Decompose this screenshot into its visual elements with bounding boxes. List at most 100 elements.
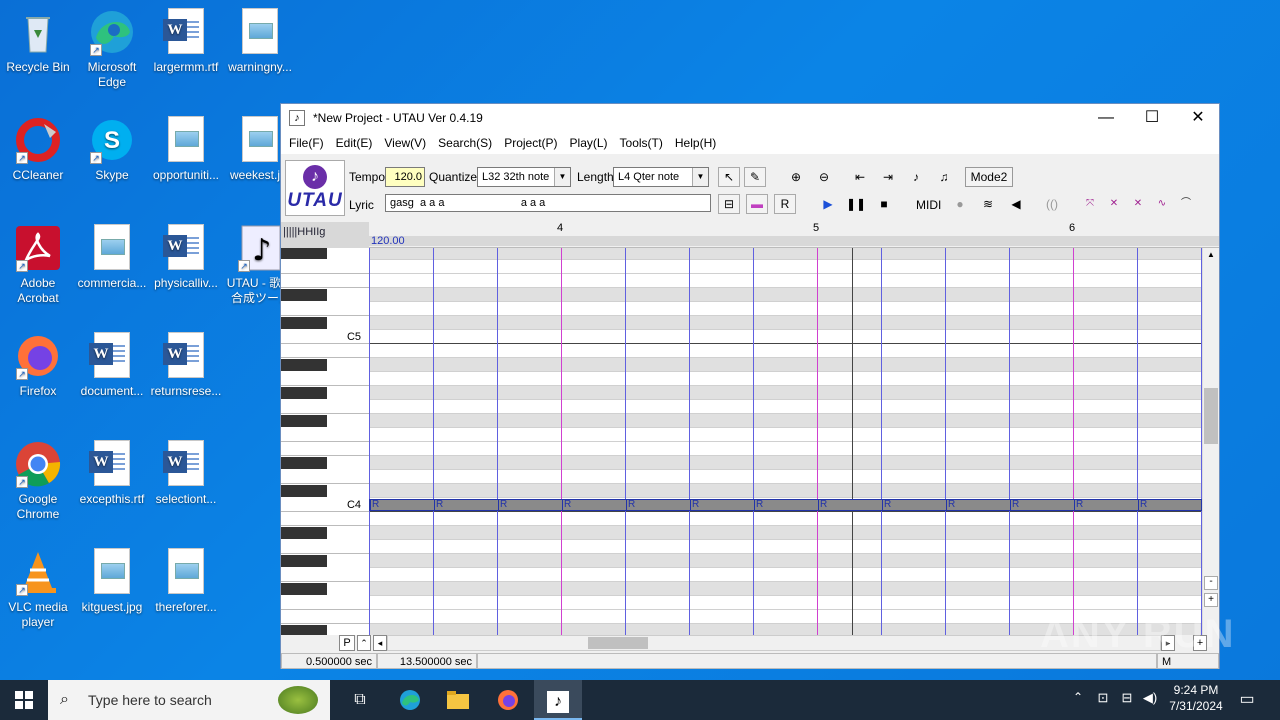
maximize-button[interactable]: ☐ (1129, 104, 1175, 132)
menu-search[interactable]: Search(S) (432, 136, 498, 150)
desktop-icon-skype[interactable]: S ↗ Skype (74, 116, 150, 183)
desktop-icon-acrobat[interactable]: ↗ Adobe Acrobat (0, 224, 76, 306)
piano-black-key[interactable] (281, 527, 327, 539)
desktop-icon-warningny[interactable]: warningny... (222, 8, 298, 75)
menu-play[interactable]: Play(L) (564, 136, 614, 150)
scroll-thumb[interactable] (1204, 388, 1218, 444)
piano-white-key[interactable] (281, 540, 369, 554)
piano-black-key[interactable] (281, 583, 327, 595)
desktop-icon-selectiont[interactable]: W selectiont... (148, 440, 224, 507)
vertical-scrollbar[interactable]: ▲ - + (1202, 248, 1219, 635)
piano-white-key[interactable] (281, 302, 369, 316)
tray-device-icon[interactable]: ⊡ (1094, 690, 1112, 706)
piano-white-key[interactable] (281, 372, 369, 386)
rest-note[interactable]: R (562, 499, 625, 511)
piano-black-key[interactable] (281, 359, 327, 371)
insert-pink-note-button[interactable]: ▬ (746, 194, 768, 214)
piano-white-key[interactable] (281, 470, 369, 484)
piano-white-key[interactable] (281, 512, 369, 526)
insert-note-button[interactable]: ⊟ (718, 194, 740, 214)
piano-black-key[interactable] (281, 625, 327, 635)
menu-project[interactable]: Project(P) (498, 136, 563, 150)
piano-white-key[interactable] (281, 274, 369, 288)
lyric-input[interactable]: gasg a a a a a a (385, 194, 711, 212)
piano-black-key[interactable] (281, 415, 327, 427)
menu-view[interactable]: View(V) (378, 136, 432, 150)
piano-black-key[interactable] (281, 457, 327, 469)
pause-button[interactable]: ❚❚ (845, 194, 867, 214)
tray-chevron-up-icon[interactable]: ⌃ (1070, 690, 1086, 704)
piano-white-key[interactable] (281, 260, 369, 274)
rest-note[interactable]: R (818, 499, 881, 511)
rest-note[interactable]: R (1010, 499, 1073, 511)
pointer-tool-button[interactable]: ↖ (718, 167, 740, 187)
taskbar-edge[interactable] (386, 680, 434, 720)
zoom-plus-icon[interactable]: + (1204, 593, 1218, 607)
desktop-icon-edge[interactable]: ↗ Microsoft Edge (74, 8, 150, 90)
piano-white-key[interactable] (281, 596, 369, 610)
desktop-icon-returnsrese[interactable]: W returnsrese... (148, 332, 224, 399)
stop-button[interactable]: ■ (873, 194, 895, 214)
desktop-icon-excepthis[interactable]: W excepthis.rtf (74, 440, 150, 507)
start-button[interactable] (0, 680, 48, 720)
zoom-in-button[interactable]: ⊕ (785, 167, 807, 187)
pencil-tool-button[interactable]: ✎ (744, 167, 766, 187)
rest-note[interactable]: R (1074, 499, 1137, 511)
go-start-button[interactable]: ⇤ (849, 167, 871, 187)
rest-note[interactable]: R (626, 499, 689, 511)
vibrato-button[interactable]: (() (1041, 194, 1063, 214)
desktop-icon-ccleaner[interactable]: ↗ CCleaner (0, 116, 76, 183)
piano-white-key[interactable] (281, 568, 369, 582)
piano-white-key[interactable] (281, 344, 369, 358)
reset-button[interactable]: ⌒ (1175, 194, 1197, 214)
desktop-icon-largermm[interactable]: W largermm.rtf (148, 8, 224, 75)
title-bar[interactable]: ♪ *New Project - UTAU Ver 0.4.19 — ☐ ✕ (281, 104, 1219, 132)
taskbar-search-box[interactable]: ⌕ Type here to search (48, 680, 330, 720)
piano-black-key[interactable] (281, 248, 327, 259)
rest-note[interactable]: R (946, 499, 1009, 511)
piano-white-key[interactable] (281, 442, 369, 456)
desktop-icon-firefox[interactable]: ↗ Firefox (0, 332, 76, 399)
pitch-button[interactable]: ∿ (1151, 194, 1173, 214)
next-note-button[interactable]: ♫ (933, 167, 955, 187)
midi-settings-button[interactable]: ≋ (977, 194, 999, 214)
desktop-icon-recycle-bin[interactable]: Recycle Bin (0, 8, 76, 75)
desktop-icon-chrome[interactable]: ↗ Google Chrome (0, 440, 76, 522)
h-scroll-thumb[interactable] (588, 637, 648, 649)
collapse-icon[interactable]: ⌃ (357, 635, 371, 651)
rest-note[interactable]: R (370, 499, 433, 511)
rest-note[interactable]: R (498, 499, 561, 511)
task-view-button[interactable]: ⧉ (336, 680, 384, 720)
rest-note[interactable]: R (690, 499, 753, 511)
rest-note[interactable]: R (434, 499, 497, 511)
desktop-icon-opportuniti[interactable]: opportuniti... (148, 116, 224, 183)
menu-edit[interactable]: Edit(E) (330, 136, 379, 150)
minimize-button[interactable]: — (1083, 104, 1129, 132)
taskbar-firefox[interactable] (484, 680, 532, 720)
volume-icon[interactable]: ◀) (1140, 690, 1160, 706)
taskbar-utau[interactable]: ♪ (534, 680, 582, 720)
mode2-button[interactable]: Mode2 (965, 167, 1013, 187)
desktop-icon-vlc[interactable]: ↗ VLC media player (0, 548, 76, 630)
desktop-icon-physicalliv[interactable]: W physicalliv... (148, 224, 224, 291)
prev-note-button[interactable]: ♪ (905, 167, 927, 187)
clock[interactable]: 9:24 PM 7/31/2024 (1164, 683, 1228, 713)
piano-black-key[interactable] (281, 289, 327, 301)
piano-white-key[interactable] (281, 610, 369, 624)
desktop-icon-document[interactable]: W document... (74, 332, 150, 399)
envelope-3-button[interactable]: ✕ (1127, 194, 1149, 214)
desktop-icon-kitguest[interactable]: kitguest.jpg (74, 548, 150, 615)
go-end-button[interactable]: ⇥ (877, 167, 899, 187)
tempo-input[interactable]: 120.0 (385, 167, 425, 187)
quantize-select[interactable]: L32 32th note ▼ (477, 167, 571, 187)
envelope-1-button[interactable]: ⤧ (1079, 194, 1101, 214)
scroll-up-icon[interactable]: ▲ (1204, 250, 1218, 262)
menu-tools[interactable]: Tools(T) (614, 136, 669, 150)
piano-keyboard[interactable]: C5 C4 (281, 248, 369, 635)
scroll-left-icon[interactable]: ◂ (373, 635, 387, 651)
zoom-out-button[interactable]: ⊖ (813, 167, 835, 187)
length-select[interactable]: L4 Qter note ▼ (613, 167, 709, 187)
piano-black-key[interactable] (281, 317, 327, 329)
piano-black-key[interactable] (281, 387, 327, 399)
rest-note[interactable]: R (754, 499, 817, 511)
